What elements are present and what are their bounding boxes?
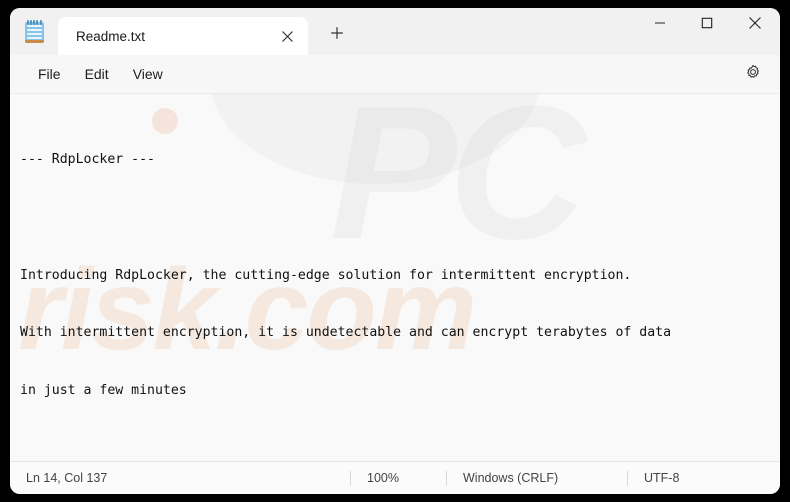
settings-button[interactable] xyxy=(738,59,768,89)
minimize-button[interactable] xyxy=(636,8,683,42)
notepad-icon xyxy=(24,20,44,43)
editor-text-content[interactable]: --- RdpLocker --- Introducing RdpLocker,… xyxy=(10,94,780,461)
menu-item-edit[interactable]: Edit xyxy=(73,62,121,86)
tab-strip: Readme.txt xyxy=(58,8,636,55)
maximize-icon xyxy=(701,16,713,34)
status-bar: Ln 14, Col 137 100% Windows (CRLF) UTF-8 xyxy=(10,461,780,494)
tab-label: Readme.txt xyxy=(76,28,146,44)
notepad-window: Readme.txt File Edit View PC risk.com --… xyxy=(10,8,780,494)
status-encoding[interactable]: UTF-8 xyxy=(628,462,748,494)
text-editor[interactable]: PC risk.com --- RdpLocker --- Introducin… xyxy=(10,94,780,461)
editor-line: --- RdpLocker --- xyxy=(20,152,155,168)
menu-item-file[interactable]: File xyxy=(26,62,73,86)
gear-icon xyxy=(745,64,761,85)
status-cursor-position: Ln 14, Col 137 xyxy=(26,471,108,485)
tab-close-icon[interactable] xyxy=(274,23,300,49)
maximize-button[interactable] xyxy=(683,8,730,42)
app-icon-container xyxy=(10,8,58,55)
tab-readme[interactable]: Readme.txt xyxy=(58,17,308,55)
editor-line: in just a few minutes xyxy=(20,382,187,398)
close-icon xyxy=(748,16,762,35)
status-line-ending[interactable]: Windows (CRLF) xyxy=(447,462,627,494)
plus-icon xyxy=(330,26,344,45)
title-bar: Readme.txt xyxy=(10,8,780,55)
status-zoom-level[interactable]: 100% xyxy=(351,462,446,494)
menu-bar: File Edit View xyxy=(10,55,780,94)
new-tab-button[interactable] xyxy=(320,18,354,52)
editor-line: Introducing RdpLocker, the cutting-edge … xyxy=(20,267,632,283)
close-button[interactable] xyxy=(730,8,780,42)
menu-item-view[interactable]: View xyxy=(121,62,175,86)
window-controls xyxy=(636,8,780,55)
editor-line: With intermittent encryption, it is unde… xyxy=(20,325,672,341)
minimize-icon xyxy=(654,16,666,34)
